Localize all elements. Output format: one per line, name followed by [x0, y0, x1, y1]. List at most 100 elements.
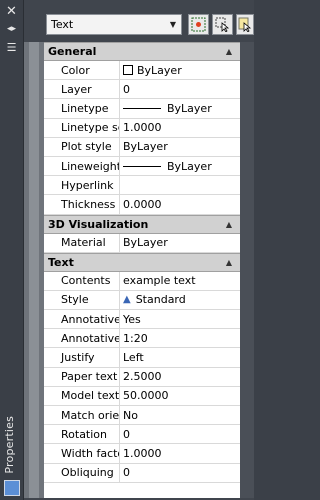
property-value[interactable]: 0 [120, 80, 240, 98]
property-value-text: 0 [123, 82, 130, 96]
property-row[interactable]: Hyperlink [44, 176, 240, 196]
property-row[interactable]: Lineweight ByLayer [44, 156, 240, 177]
property-value[interactable]: Yes [120, 310, 240, 328]
property-value-text: 50.0000 [123, 389, 169, 403]
property-row[interactable]: Style ▲ Standard [44, 290, 240, 311]
property-value[interactable]: ByLayer [120, 99, 240, 117]
property-value-text: 0 [123, 466, 130, 480]
property-value-text: 0 [123, 427, 130, 441]
property-value-text: ByLayer [123, 236, 168, 250]
property-row[interactable]: Obliquing 0 [44, 463, 240, 483]
property-value[interactable]: 1:20 [120, 329, 240, 347]
vertical-scrollbar[interactable] [240, 42, 254, 498]
property-name: Paper text h... [44, 367, 120, 386]
object-type-value: Text [51, 18, 74, 31]
chevron-down-icon[interactable]: ▼ [165, 15, 181, 34]
property-name: Thickness [44, 195, 120, 214]
property-row[interactable]: Annotative ...1:20 [44, 329, 240, 349]
property-name: Contents [44, 271, 120, 290]
property-row[interactable]: Rotation 0 [44, 425, 240, 445]
property-value[interactable]: ByLayer [120, 157, 240, 175]
palette-icon [4, 480, 20, 496]
properties-menu-icon[interactable]: ☰ [4, 40, 19, 54]
property-value-text: Standard [135, 293, 186, 307]
select-objects-icon [215, 17, 230, 32]
select-objects-button[interactable] [212, 14, 233, 35]
property-value[interactable] [120, 176, 240, 194]
property-name: Plot style [44, 137, 120, 156]
property-value-text: 1.0000 [123, 121, 162, 135]
property-grid: General ▲ Color ByLayer Layer 0 Linetype ByLaye… [44, 42, 240, 498]
object-type-dropdown[interactable]: Text ▼ [46, 14, 182, 35]
text-style-icon: ▲ [123, 294, 131, 306]
property-row[interactable]: Layer 0 [44, 80, 240, 100]
property-value-text: No [123, 408, 138, 422]
property-row[interactable]: Match orien...No [44, 406, 240, 426]
toggle-pickadd-icon [238, 17, 252, 32]
property-value[interactable]: 0 [120, 464, 240, 482]
property-row[interactable]: Annotative Yes [44, 310, 240, 330]
property-row[interactable]: Paper text h...2.5000 [44, 367, 240, 387]
property-value[interactable]: ByLayer [120, 234, 240, 252]
property-value[interactable]: 1.0000 [120, 119, 240, 137]
property-value[interactable]: ▲ Standard [120, 291, 240, 309]
section-header[interactable]: 3D Visualization ▲ [44, 214, 240, 234]
property-name: Material [44, 233, 120, 252]
property-value[interactable]: 0.0000 [120, 195, 240, 213]
property-value[interactable]: ByLayer [120, 138, 240, 156]
property-name: Linetype sc... [44, 118, 120, 137]
property-name: Model text ... [44, 386, 120, 405]
property-value[interactable]: 50.0000 [120, 387, 240, 405]
property-value-text: ByLayer [137, 63, 182, 77]
property-row[interactable]: Material ByLayer [44, 233, 240, 253]
property-name: Match orien... [44, 406, 120, 425]
property-row[interactable]: Color ByLayer [44, 61, 240, 81]
properties-panel: Text ▼ General ▲ Color ByLayer Layer 0 Linetyp… [24, 0, 254, 500]
toolbar: Text ▼ [24, 0, 254, 38]
property-value-text: Left [123, 351, 144, 365]
section-title: Text [48, 255, 74, 269]
property-row[interactable]: Linetype sc...1.0000 [44, 118, 240, 138]
property-value-text: 0.0000 [123, 197, 162, 211]
quick-select-button[interactable] [188, 14, 209, 35]
property-row[interactable]: Contents example text [44, 271, 240, 291]
property-row[interactable]: Model text ...50.0000 [44, 386, 240, 406]
close-icon[interactable]: ✕ [4, 4, 19, 19]
line-sample-icon [123, 165, 161, 167]
property-row[interactable]: Justify Left [44, 348, 240, 368]
property-row[interactable]: Thickness 0.0000 [44, 195, 240, 215]
property-value[interactable]: example text [120, 272, 240, 290]
property-name: Color [44, 61, 120, 80]
property-name: Lineweight [44, 156, 120, 176]
property-value[interactable]: 0 [120, 425, 240, 443]
toggle-pickadd-button[interactable] [236, 14, 254, 35]
property-value-text: 2.5000 [123, 370, 162, 384]
line-sample-icon [123, 107, 161, 109]
section-title: 3D Visualization [48, 217, 149, 231]
property-value[interactable]: No [120, 406, 240, 424]
collapse-icon[interactable]: ▲ [226, 220, 232, 229]
property-row[interactable]: Plot style ByLayer [44, 137, 240, 157]
collapse-icon[interactable]: ▲ [226, 47, 232, 56]
property-name: Justify [44, 348, 120, 367]
property-name: Annotative ... [44, 329, 120, 348]
property-value[interactable]: ByLayer [120, 61, 240, 79]
autohide-icon[interactable]: ◂▸ [4, 22, 19, 36]
section-header[interactable]: Text ▲ [44, 252, 240, 272]
property-name: Hyperlink [44, 176, 120, 195]
property-name: Obliquing [44, 463, 120, 482]
left-gutter [24, 42, 44, 498]
section-header[interactable]: General ▲ [44, 42, 240, 61]
property-name: Style [44, 290, 120, 310]
property-row[interactable]: Linetype ByLayer [44, 99, 240, 119]
property-row[interactable]: Width factor1.0000 [44, 444, 240, 464]
property-value[interactable]: 1.0000 [120, 444, 240, 462]
property-name: Linetype [44, 99, 120, 118]
collapse-icon[interactable]: ▲ [226, 258, 232, 267]
color-swatch-icon [123, 65, 133, 76]
property-name: Layer [44, 80, 120, 99]
property-value[interactable]: 2.5000 [120, 368, 240, 386]
property-value-text: example text [123, 274, 196, 288]
property-value[interactable]: Left [120, 348, 240, 366]
gutter-track [29, 42, 39, 498]
